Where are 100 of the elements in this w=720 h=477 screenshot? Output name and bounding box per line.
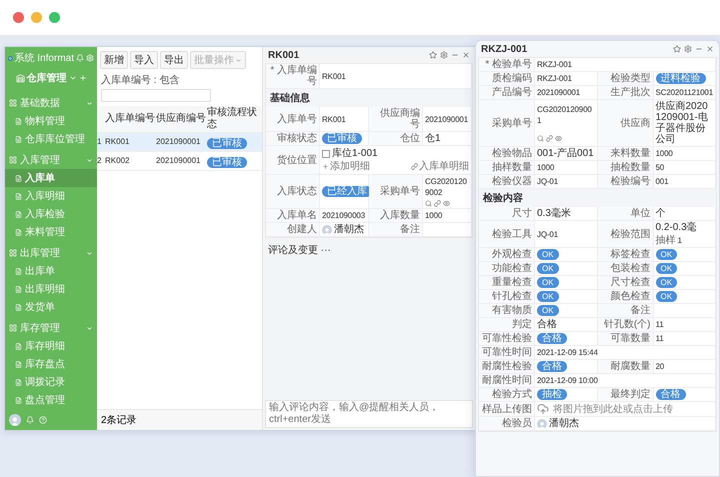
field-value: 1000 (656, 148, 673, 159)
field-value: 2021090001 (425, 114, 468, 124)
menu-group[interactable]: 入库管理 (5, 151, 97, 169)
menu-item[interactable]: 出库明细 (5, 280, 97, 298)
menu-item[interactable]: 出库单 (5, 262, 97, 280)
window-close-button[interactable] (13, 12, 24, 23)
eye-icon[interactable] (443, 200, 450, 207)
status-tag: OK (537, 305, 559, 316)
toolbar-button[interactable]: 导入 (130, 51, 158, 69)
grid-icon (9, 156, 17, 164)
star-icon[interactable] (429, 51, 437, 59)
menu-item[interactable]: 来料管理 (5, 223, 97, 241)
field-value: RKZJ-001 (537, 59, 572, 70)
status-tag: 已审核 (207, 138, 247, 149)
document-icon (15, 118, 22, 124)
column-header[interactable]: 供应商编号 (156, 112, 207, 126)
field-label: 备注 (598, 304, 654, 317)
field-value: 2021090003 (322, 210, 365, 221)
toolbar-button[interactable]: 新增 (100, 51, 128, 69)
link-icon[interactable] (411, 163, 418, 170)
link-icon[interactable] (434, 200, 441, 207)
menu-item[interactable]: 库存明细 (5, 337, 97, 355)
settings-icon[interactable] (440, 51, 448, 59)
add-detail-link[interactable]: 添加明细 (330, 161, 370, 172)
field-value: 仓1 (425, 133, 441, 144)
field-label: 检验编号 (598, 175, 654, 188)
field-value: 11 (656, 319, 664, 330)
menu-item[interactable]: 发货单 (5, 298, 97, 316)
field-value: 2021-12-09 15:44 (537, 347, 598, 358)
window-minimize-button[interactable] (31, 12, 42, 23)
menu-item[interactable]: 入库明细 (5, 187, 97, 205)
menu-group[interactable]: 基础数据 (5, 94, 97, 112)
column-header[interactable]: 审核流程状态 (207, 106, 262, 132)
warehouse-icon (16, 74, 24, 82)
field-value: JQ-01 (537, 228, 558, 240)
close-icon[interactable] (706, 45, 714, 53)
document-icon (15, 136, 22, 142)
menu-item[interactable]: 盘点管理 (5, 391, 97, 409)
field-label: 颜色检查 (598, 290, 654, 303)
search-field[interactable] (101, 89, 211, 102)
field-label: 入库状态 (266, 175, 320, 208)
grid-icon (9, 99, 17, 107)
toolbar-button[interactable]: 导出 (160, 51, 188, 69)
close-icon[interactable] (462, 51, 470, 59)
table-cell-text: 2021090001 (156, 136, 202, 148)
comments-title[interactable]: 评论及变更 ··· (263, 238, 475, 262)
field-label: 可靠性检验 (479, 332, 535, 345)
field-value: 001 (656, 176, 668, 187)
upload-icon[interactable] (537, 403, 549, 415)
menu-item[interactable]: 入库单 (5, 169, 97, 187)
menu-item[interactable]: 调拨记录 (5, 373, 97, 391)
bell-icon[interactable] (26, 416, 34, 424)
detail-link[interactable]: 入库单明细 (419, 161, 469, 172)
search-icon[interactable] (537, 134, 544, 142)
field-label: 单位 (598, 207, 654, 220)
status-tag: OK (537, 291, 559, 302)
field-label: 入库单名 (266, 209, 320, 222)
status-tag: OK (537, 277, 559, 288)
panel-title: RKZJ-001 (481, 44, 528, 54)
filter-label: 入库单编号 : 包含 (100, 74, 180, 87)
checkbox[interactable] (322, 150, 330, 158)
menu-item[interactable]: 物料管理 (5, 112, 97, 130)
app-title[interactable]: 仓库管理 (26, 71, 66, 85)
field-value: 0.3毫米 (537, 208, 571, 219)
field-value: 供应商20201209001-电子器件股份公司 (656, 101, 709, 145)
menu-item[interactable]: 库存盘点 (5, 355, 97, 373)
field-value: 11 (656, 333, 664, 344)
field-value: 合格 (537, 319, 557, 330)
table-row[interactable]: 1 RK001 2021090001 已审核 (97, 133, 262, 152)
column-header[interactable]: 入库单编号 (105, 112, 156, 126)
section-title: 基础信息 (266, 89, 472, 107)
checkbox-label: 库位1-001 (332, 148, 378, 159)
chevron-down-icon[interactable] (68, 74, 76, 82)
link-icon[interactable] (546, 134, 553, 142)
field-label: 仓位 (369, 132, 423, 145)
bell-icon[interactable] (76, 54, 84, 62)
field-label: 抽样数量 (479, 161, 535, 174)
star-icon[interactable] (673, 45, 681, 53)
menu-group[interactable]: 库存管理 (5, 319, 97, 337)
comment-field[interactable]: 输入评论内容，输入@提醒相关人员，ctrl+enter发送 (265, 400, 473, 428)
menu-group[interactable]: 出库管理 (5, 244, 97, 262)
help-icon[interactable] (39, 416, 47, 424)
search-icon[interactable] (425, 200, 432, 207)
field-label: 入库单号 (266, 107, 320, 131)
menu-item[interactable]: 仓库库位管理 (5, 130, 97, 148)
status-tag: 合格 (537, 361, 567, 372)
status-tag: OK (656, 263, 678, 274)
eye-icon[interactable] (555, 134, 562, 142)
table-cell-text: RK001 (105, 136, 130, 148)
plus-icon[interactable] (322, 163, 329, 170)
menu-item[interactable]: 入库检验 (5, 205, 97, 223)
status-tag: 合格 (537, 333, 567, 344)
window-maximize-button[interactable] (49, 12, 60, 23)
field-value: 0.2-0.3毫 (656, 222, 697, 233)
document-icon (15, 304, 22, 310)
upload-hint[interactable]: 将图片拖到此处或点击上传 (553, 404, 673, 414)
status-tag: 抽检 (537, 389, 567, 400)
field-label: 检验员 (479, 417, 535, 430)
plus-icon[interactable] (78, 74, 86, 82)
settings-icon[interactable] (684, 45, 692, 53)
